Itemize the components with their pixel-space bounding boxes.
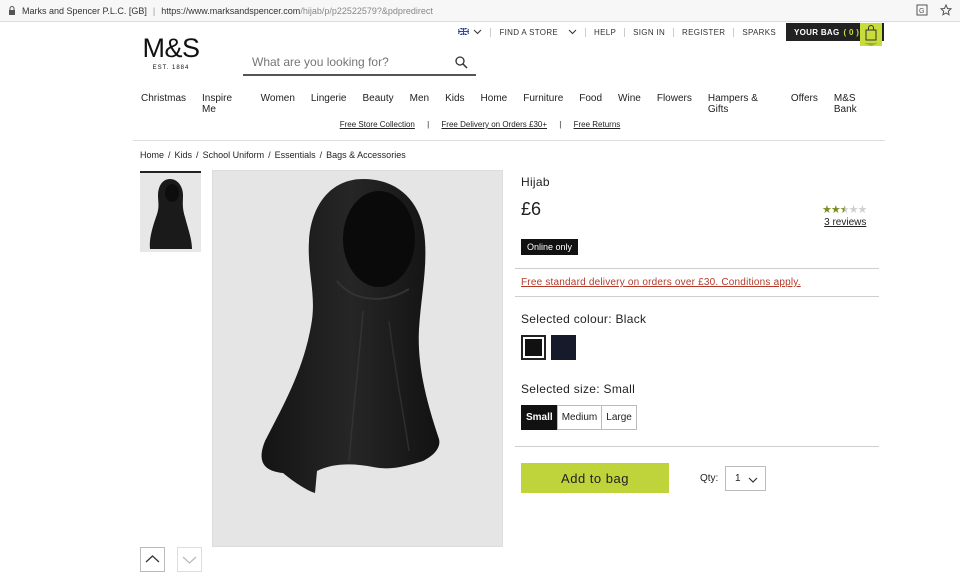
- nav-hampers-gifts[interactable]: Hampers & Gifts: [700, 91, 783, 117]
- product-price: £6: [521, 199, 542, 219]
- breadcrumb-essentials[interactable]: Essentials: [275, 150, 316, 160]
- colour-swatch-navy[interactable]: [551, 335, 576, 360]
- translate-icon[interactable]: G: [916, 4, 928, 16]
- nav-wine[interactable]: Wine: [610, 91, 649, 117]
- selected-colour-label: Selected colour: Black: [521, 312, 647, 326]
- nav-kids[interactable]: Kids: [437, 91, 472, 117]
- nav-food[interactable]: Food: [571, 91, 610, 117]
- breadcrumb-school-uniform[interactable]: School Uniform: [203, 150, 265, 160]
- find-store-link[interactable]: FIND A STORE: [490, 27, 585, 37]
- chevron-down-icon: [473, 28, 482, 37]
- breadcrumb-bags-accessories[interactable]: Bags & Accessories: [326, 150, 406, 160]
- nav-inspire-me[interactable]: Inspire Me: [194, 91, 253, 117]
- logo-wordmark: M&S: [142, 33, 200, 63]
- star-empty-icon: ★: [848, 204, 859, 216]
- nav-men[interactable]: Men: [402, 91, 437, 117]
- chevron-down-icon: [748, 475, 758, 483]
- thumbnail-down-button[interactable]: [177, 547, 202, 572]
- breadcrumb-home[interactable]: Home: [140, 150, 164, 160]
- star-full-icon: ★: [830, 204, 841, 216]
- delivery-conditions-link[interactable]: Free standard delivery on orders over £3…: [521, 277, 801, 288]
- online-only-badge: Online only: [521, 239, 579, 255]
- product-title: Hijab: [521, 175, 550, 189]
- search-icon[interactable]: [455, 56, 468, 69]
- header-divider: [133, 140, 885, 141]
- add-to-bag-button[interactable]: Add to bag: [521, 463, 669, 493]
- star-half-icon: ★: [839, 204, 850, 216]
- svg-text:G: G: [919, 8, 924, 15]
- promo-free-delivery[interactable]: Free Delivery on Orders £30+: [441, 120, 547, 129]
- ms-logo[interactable]: M&S EST. 1884: [140, 34, 202, 71]
- reviews-link[interactable]: 3 reviews: [822, 217, 866, 228]
- breadcrumb-sep: /: [268, 150, 271, 160]
- breadcrumb-kids[interactable]: Kids: [175, 150, 193, 160]
- size-option-large[interactable]: Large: [601, 405, 637, 430]
- promo-store-collection[interactable]: Free Store Collection: [340, 120, 415, 129]
- nav-furniture[interactable]: Furniture: [515, 91, 571, 117]
- country-selector[interactable]: [450, 26, 490, 37]
- promo-strip: Free Store Collection | Free Delivery on…: [0, 120, 960, 129]
- star-full-icon: ★: [822, 204, 832, 216]
- promo-divider: |: [427, 120, 430, 129]
- shopping-bag-icon: [860, 23, 882, 46]
- divider: [515, 296, 879, 297]
- quantity-label: Qty:: [700, 473, 719, 484]
- chevron-down-icon: [568, 28, 577, 37]
- quantity-select[interactable]: 1: [725, 466, 766, 491]
- nav-ms-bank[interactable]: M&S Bank: [826, 91, 885, 117]
- browser-address-bar: Marks and Spencer P.L.C. [GB] | https://…: [0, 0, 960, 22]
- thumbnail-up-button[interactable]: [140, 547, 165, 572]
- bookmark-star-icon[interactable]: [939, 3, 953, 16]
- product-rating[interactable]: ★★★★★ 3 reviews: [822, 203, 868, 228]
- quantity-value: 1: [735, 473, 741, 484]
- help-link[interactable]: HELP: [585, 27, 624, 37]
- nav-lingerie[interactable]: Lingerie: [303, 91, 355, 117]
- selected-size-label: Selected size: Small: [521, 382, 636, 396]
- bag-count: ( 0 ): [843, 27, 860, 37]
- search-input[interactable]: [243, 55, 443, 69]
- breadcrumb-sep: /: [168, 150, 171, 160]
- lock-icon: [8, 6, 16, 15]
- breadcrumb: Home / Kids / School Uniform / Essential…: [140, 150, 406, 160]
- size-selector: Small Medium Large: [521, 405, 637, 430]
- find-store-label: FIND A STORE: [499, 27, 559, 37]
- url-main: https://www.marksandspencer.com: [161, 5, 301, 16]
- breadcrumb-sep: /: [319, 150, 323, 160]
- product-thumbnail[interactable]: [140, 171, 201, 252]
- logo-est: EST. 1884: [152, 65, 190, 71]
- divider: [515, 268, 879, 269]
- sparks-link[interactable]: SPARKS: [733, 27, 784, 37]
- bag-label: YOUR BAG: [794, 27, 840, 37]
- colour-swatch-black[interactable]: [521, 335, 546, 360]
- divider: [515, 446, 879, 447]
- nav-christmas[interactable]: Christmas: [133, 91, 194, 117]
- nav-offers[interactable]: Offers: [783, 91, 826, 117]
- nav-women[interactable]: Women: [253, 91, 303, 117]
- register-link[interactable]: REGISTER: [673, 27, 733, 37]
- your-bag-button[interactable]: YOUR BAG ( 0 ): [786, 23, 884, 46]
- star-empty-icon: ★: [857, 204, 868, 216]
- sign-in-link[interactable]: SIGN IN: [624, 27, 673, 37]
- rating-stars: ★★★★★: [822, 203, 868, 216]
- size-option-medium[interactable]: Medium: [556, 405, 603, 430]
- address-divider: |: [152, 5, 156, 16]
- search-bar: [243, 50, 476, 76]
- site-identity: Marks and Spencer P.L.C. [GB]: [22, 5, 147, 16]
- nav-home[interactable]: Home: [473, 91, 516, 117]
- main-nav: Christmas Inspire Me Women Lingerie Beau…: [133, 91, 885, 117]
- product-main-image[interactable]: [212, 170, 503, 547]
- size-option-small[interactable]: Small: [521, 405, 558, 430]
- promo-divider: |: [559, 120, 562, 129]
- breadcrumb-sep: /: [196, 150, 199, 160]
- utility-nav: FIND A STORE HELP SIGN IN REGISTER SPARK…: [450, 23, 784, 41]
- url-path: /hijab/p/p22522579?&pdpredirect: [300, 5, 433, 16]
- nav-beauty[interactable]: Beauty: [355, 91, 402, 117]
- nav-flowers[interactable]: Flowers: [649, 91, 700, 117]
- url-field[interactable]: https://www.marksandspencer.com/hijab/p/…: [161, 6, 433, 16]
- uk-flag-icon: [458, 26, 470, 37]
- promo-free-returns[interactable]: Free Returns: [574, 120, 621, 129]
